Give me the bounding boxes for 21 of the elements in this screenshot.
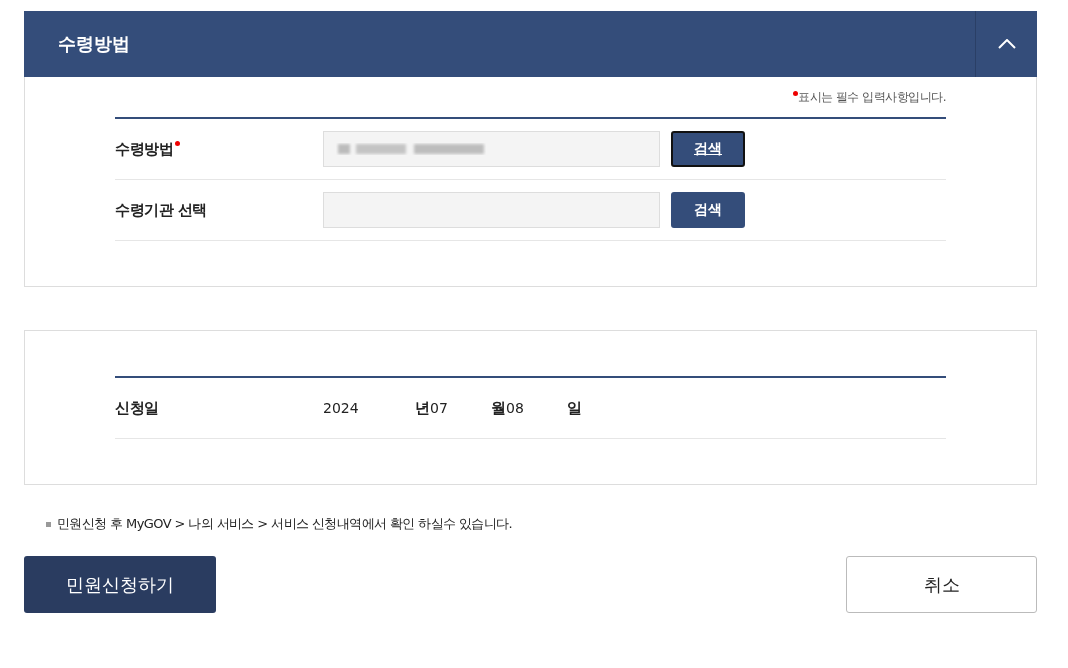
field-label: 수령기관 선택	[115, 200, 207, 220]
search-button[interactable]: 검색	[671, 131, 745, 167]
date-value: 2024	[323, 400, 360, 416]
date-value: 07	[430, 400, 449, 416]
date-value: 08	[506, 400, 525, 416]
cancel-button[interactable]: 취소	[846, 556, 1037, 613]
submit-button[interactable]: 민원신청하기	[24, 556, 216, 613]
field-label: 신청일	[115, 398, 159, 418]
input-field[interactable]	[323, 131, 660, 167]
chevron-icon	[997, 39, 1016, 49]
section-title: 수령방법	[57, 32, 130, 56]
input-field[interactable]	[323, 192, 660, 228]
field-label: 수령방법	[115, 139, 173, 159]
bullet-icon	[46, 521, 51, 527]
notice-text: 민원신청 후 MyGOV > 나의 서비스 > 서비스 신청내역에서 확인 하실수 있습니다.	[57, 515, 513, 533]
required-note: 표시는 필수 입력사항입니다.	[798, 89, 946, 106]
search-button[interactable]: 검색	[671, 192, 745, 228]
date-unit: 월	[491, 398, 506, 418]
date-unit: 년	[415, 398, 430, 418]
required-dot	[793, 91, 799, 96]
date-unit: 일	[567, 398, 582, 418]
